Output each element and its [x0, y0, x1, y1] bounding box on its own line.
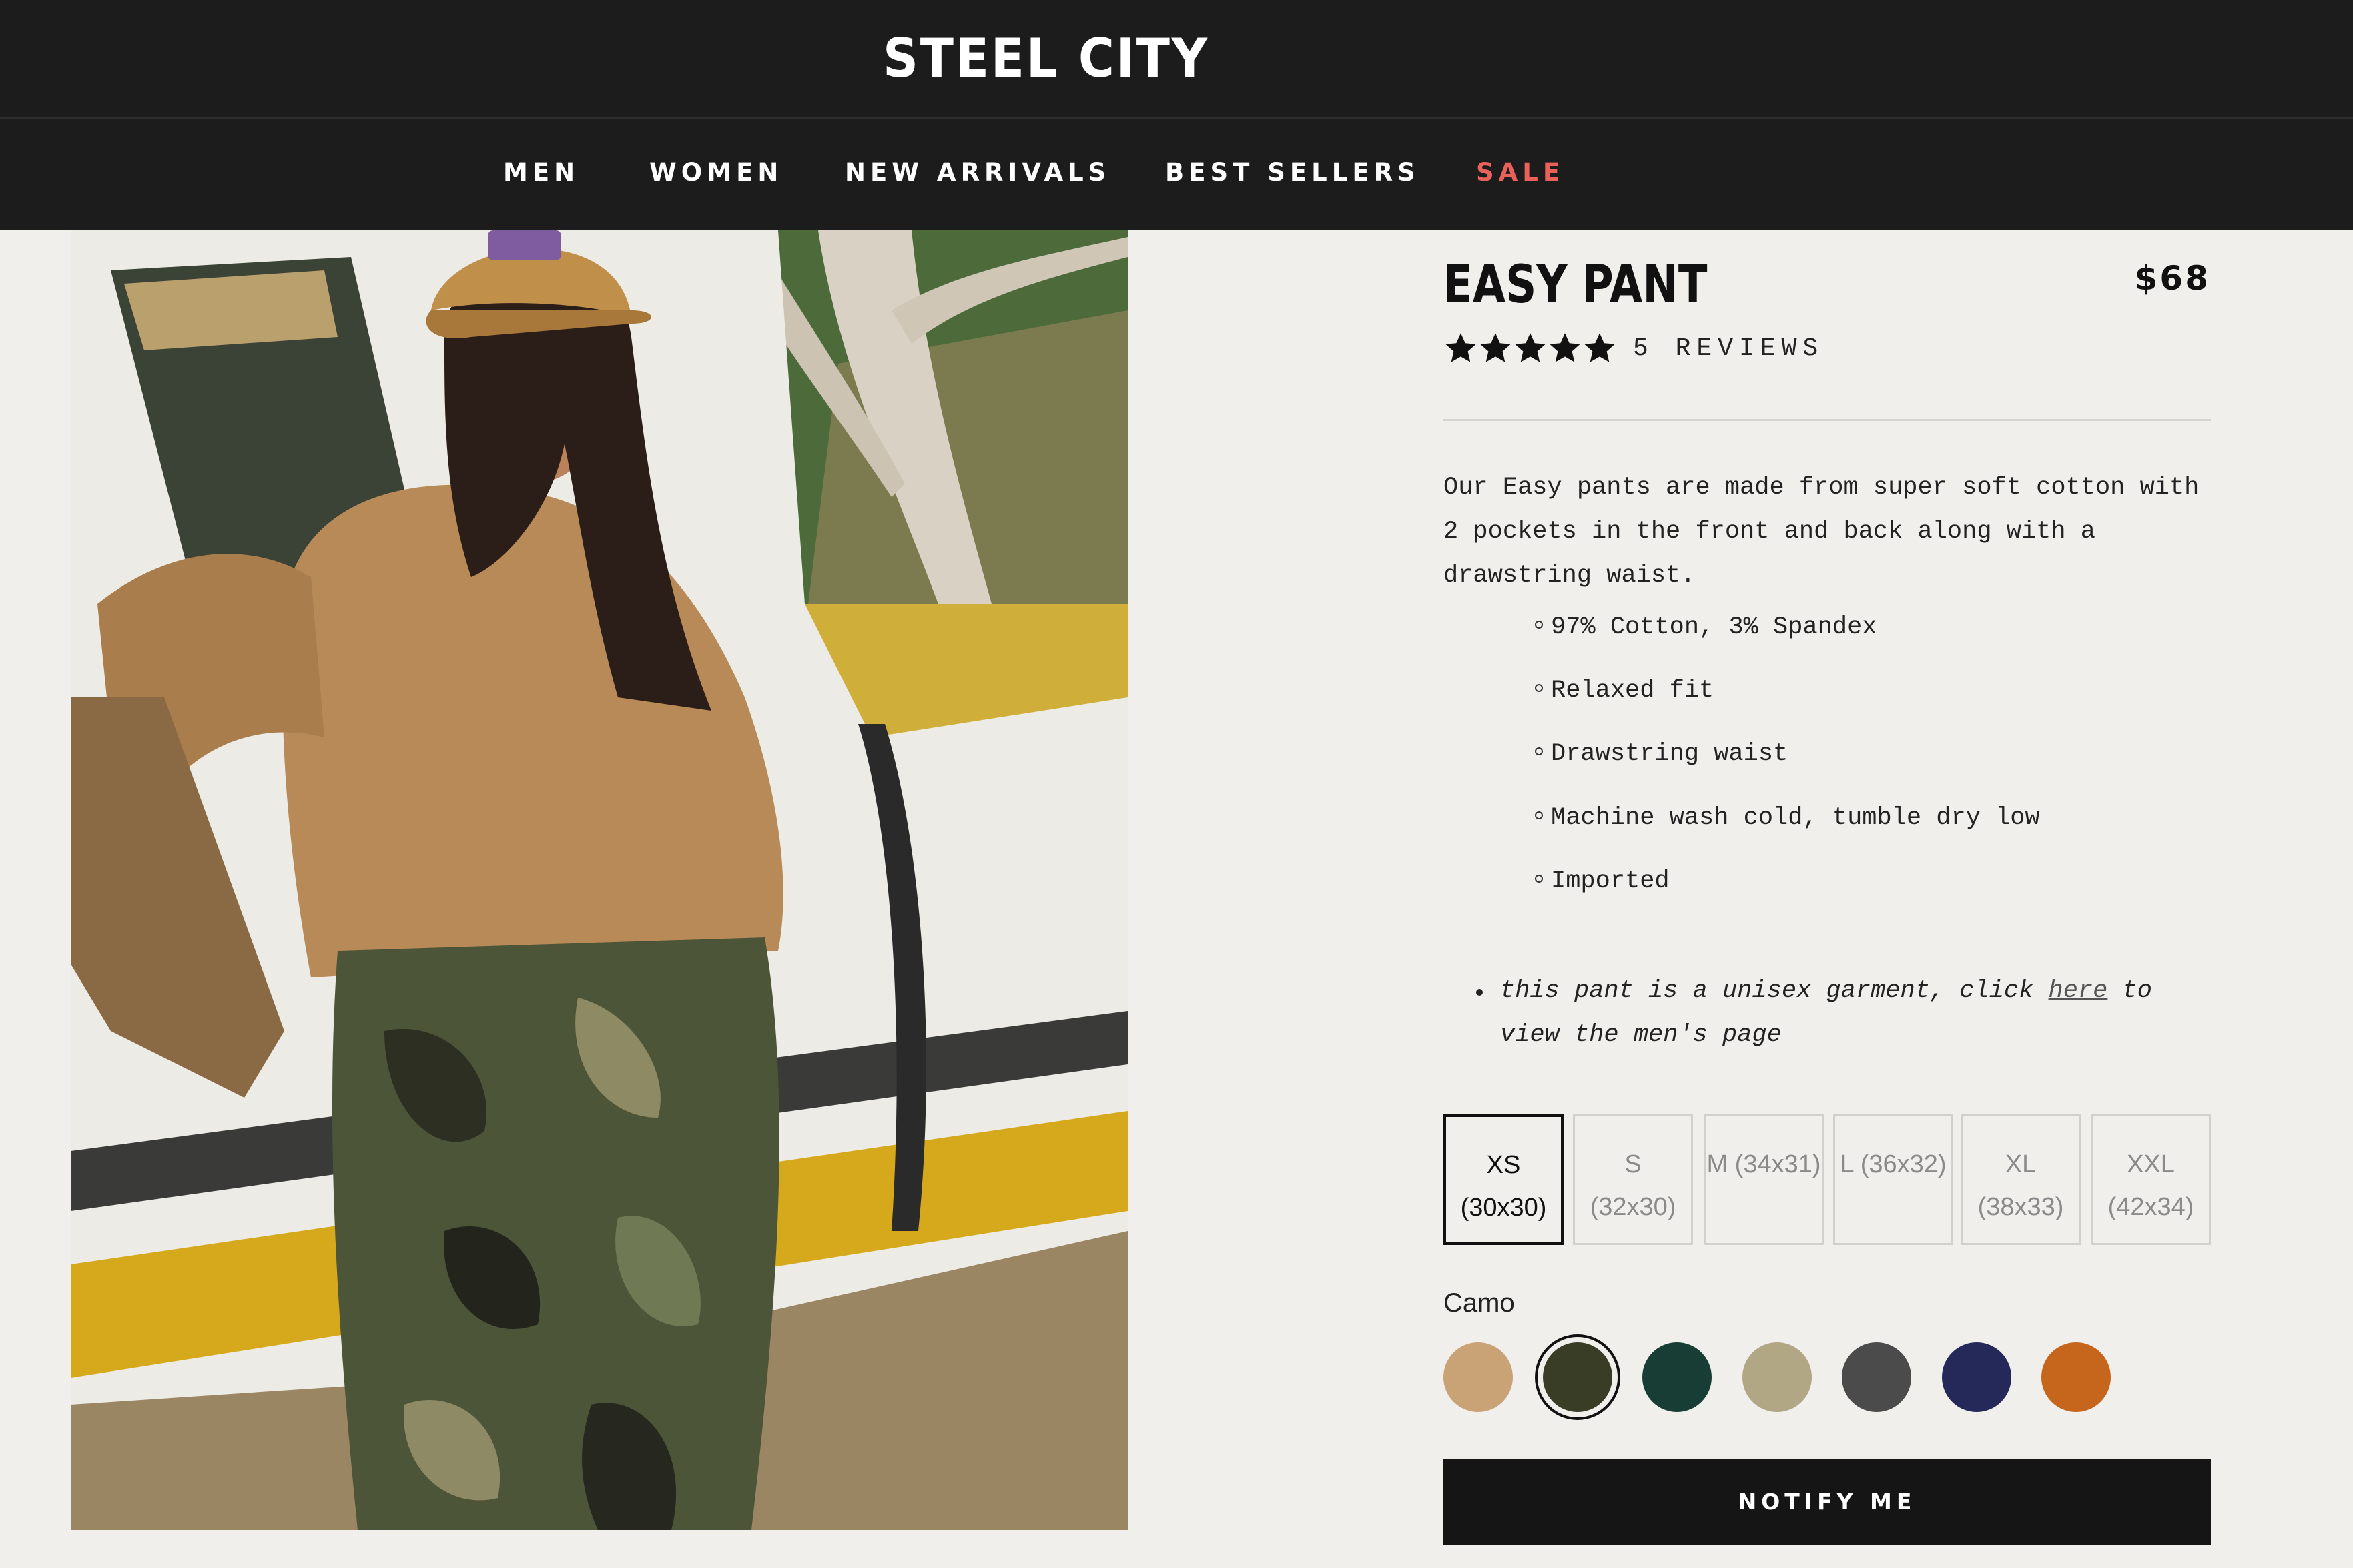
product-description: Our Easy pants are made from super soft …: [1443, 474, 2200, 590]
bullet-icon: [1535, 747, 1543, 756]
feature-item: Imported: [1535, 861, 1670, 901]
size-label: L (36x32): [1840, 1150, 1947, 1178]
size-label: XS: [1486, 1151, 1521, 1179]
size-label: XXL: [2127, 1150, 2175, 1178]
star-icon: [1515, 333, 1546, 362]
star-icon: [1584, 333, 1615, 362]
size-option-xl[interactable]: XL (38x33): [1961, 1114, 2081, 1245]
size-label: M (34x31): [1706, 1150, 1821, 1178]
product-photo[interactable]: [71, 230, 1128, 1530]
size-measure: (42x34): [2107, 1193, 2194, 1221]
size-option-s[interactable]: S (32x30): [1573, 1114, 1693, 1245]
star-icon: [1480, 333, 1511, 362]
feature-text: 97% Cotton, 3% Spandex: [1551, 613, 1877, 641]
color-swatch-khaki[interactable]: [1742, 1342, 1812, 1412]
nav-item-best-sellers[interactable]: BEST SELLERS: [1165, 148, 1420, 198]
star-icon: [1550, 333, 1580, 362]
nav-item-sale[interactable]: SALE: [1476, 148, 1564, 198]
feature-text: Drawstring waist: [1551, 740, 1788, 768]
divider: [1443, 419, 2211, 421]
size-option-l[interactable]: L (36x32): [1833, 1114, 1953, 1245]
star-icon: [1445, 333, 1476, 362]
color-swatch-forest-green[interactable]: [1642, 1342, 1712, 1412]
reviews-link[interactable]: 5 REVIEWS: [1633, 334, 1824, 363]
color-swatch-camo[interactable]: [1543, 1342, 1612, 1412]
product-price: $68: [2134, 259, 2210, 298]
color-swatch-tan[interactable]: [1443, 1342, 1513, 1412]
header-divider: [0, 117, 2353, 119]
feature-text: Machine wash cold, tumble dry low: [1551, 804, 2040, 832]
size-label: XL: [2005, 1150, 2037, 1178]
bullet-icon: [1535, 875, 1543, 883]
nav-item-men[interactable]: MEN: [503, 148, 579, 198]
size-label: S: [1624, 1150, 1642, 1178]
feature-text: Imported: [1551, 867, 1670, 895]
selected-color-label: Camo: [1443, 1288, 1515, 1318]
size-option-xs[interactable]: XS (30x30): [1443, 1114, 1564, 1245]
notify-me-button[interactable]: NOTIFY ME: [1443, 1459, 2211, 1545]
color-swatch-navy[interactable]: [1942, 1342, 2011, 1412]
size-measure: (38x33): [1977, 1193, 2064, 1221]
nav-item-new-arrivals[interactable]: NEW ARRIVALS: [845, 148, 1110, 198]
feature-item: Drawstring waist: [1535, 734, 1788, 774]
note-text-before: this pant is a unisex garment, click: [1500, 977, 2049, 1005]
mens-page-link[interactable]: here: [2049, 977, 2108, 1005]
feature-item: Machine wash cold, tumble dry low: [1535, 798, 2040, 838]
site-logo[interactable]: STEEL CITY: [883, 25, 1207, 92]
product-rating[interactable]: 5 REVIEWS: [1443, 327, 1824, 370]
bullet-icon: [1535, 621, 1543, 629]
product-photo-illustration: [71, 230, 1128, 1530]
note-bullet: [1476, 989, 1483, 996]
feature-item: Relaxed fit: [1535, 671, 1714, 711]
star-rating: [1443, 331, 1617, 366]
unisex-note: this pant is a unisex garment, click her…: [1500, 969, 2221, 1057]
feature-text: Relaxed fit: [1551, 677, 1714, 705]
site-header: STEEL CITY MEN WOMEN NEW ARRIVALS BEST S…: [0, 0, 2353, 230]
nav-item-women[interactable]: WOMEN: [649, 148, 783, 198]
bullet-icon: [1535, 811, 1543, 820]
bullet-icon: [1535, 684, 1543, 693]
feature-item: 97% Cotton, 3% Spandex: [1535, 607, 1877, 647]
product-title: EASY PANT: [1443, 255, 1708, 315]
color-swatch-charcoal[interactable]: [1842, 1342, 1911, 1412]
size-option-m[interactable]: M (34x31): [1704, 1114, 1824, 1245]
size-measure: (30x30): [1460, 1194, 1547, 1222]
size-option-xxl[interactable]: XXL (42x34): [2091, 1114, 2211, 1245]
color-swatch-rust[interactable]: [2041, 1342, 2111, 1412]
size-measure: (32x30): [1590, 1193, 1676, 1221]
